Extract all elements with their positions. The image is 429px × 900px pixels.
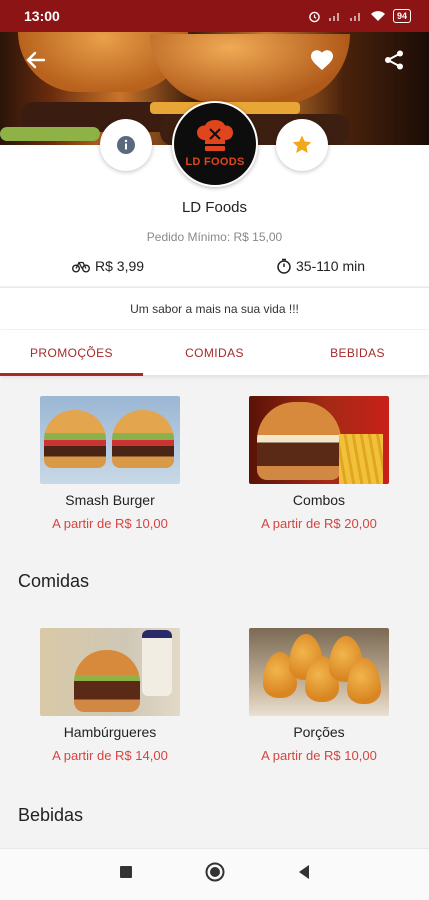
smash-burger-image	[40, 396, 180, 484]
back-nav-button[interactable]	[297, 864, 311, 885]
arrow-left-icon	[26, 51, 46, 69]
delivery-fee-value: R$ 3,99	[95, 258, 145, 274]
triangle-back-icon	[298, 865, 309, 879]
item-price: A partir de R$ 20,00	[261, 516, 377, 531]
item-name: Smash Burger	[65, 492, 155, 508]
bicycle-icon	[72, 261, 90, 273]
product-card-hamburgueres[interactable]: Hambúrgueres A partir de R$ 14,00	[20, 628, 200, 763]
item-name: Porções	[293, 724, 345, 740]
section-title-comidas: Comidas	[18, 571, 90, 591]
status-time: 13:00	[24, 8, 60, 24]
section-title-bebidas: Bebidas	[18, 805, 84, 825]
item-price: A partir de R$ 10,00	[261, 748, 377, 763]
square-icon	[119, 866, 132, 878]
tab-promocoes[interactable]: PROMOÇÕES	[0, 330, 143, 376]
store-name: LD Foods	[181, 199, 248, 216]
product-card-porcoes[interactable]: Porções A partir de R$ 10,00	[229, 628, 409, 763]
system-nav-bar	[0, 848, 429, 900]
signal-icon	[349, 13, 360, 21]
delivery-time-value: 35-110 min	[296, 258, 366, 274]
product-card-smash-burger[interactable]: Smash Burger A partir de R$ 10,00	[20, 396, 200, 531]
heart-icon	[311, 50, 333, 70]
product-card-combos[interactable]: Combos A partir de R$ 20,00	[229, 396, 409, 531]
tab-comidas[interactable]: COMIDAS	[143, 330, 286, 375]
rate-button[interactable]	[276, 119, 328, 171]
circle-icon	[205, 862, 224, 882]
share-icon	[385, 50, 403, 70]
logo-text: LD FOODS	[185, 156, 245, 168]
battery-indicator: 94	[392, 9, 411, 23]
share-button[interactable]	[380, 46, 408, 74]
delivery-fee: R$ 3,99	[72, 258, 144, 274]
item-name: Hambúrgueres	[63, 724, 157, 740]
min-order: Pedido Mínimo: R$ 15,00	[146, 230, 283, 244]
item-price: A partir de R$ 14,00	[52, 748, 168, 763]
info-icon	[117, 136, 135, 154]
stopwatch-icon	[277, 258, 291, 274]
combos-image	[249, 396, 389, 484]
back-button[interactable]	[22, 46, 50, 74]
favorite-button[interactable]	[308, 46, 336, 74]
wifi-icon	[370, 11, 385, 21]
status-icons: 94	[308, 9, 411, 23]
star-icon	[292, 135, 312, 153]
home-button[interactable]	[205, 862, 225, 887]
alarm-icon	[309, 11, 320, 22]
category-tabs: PROMOÇÕES COMIDAS BEBIDAS	[0, 330, 429, 376]
recents-button[interactable]	[119, 865, 133, 884]
hamburgueres-image	[40, 628, 180, 716]
store-logo: LD FOODS	[172, 101, 258, 187]
item-name: Combos	[292, 492, 346, 508]
info-button[interactable]	[100, 119, 152, 171]
store-slogan: Um sabor a mais na sua vida !!!	[0, 287, 429, 329]
chef-hat-icon	[197, 120, 233, 151]
store-meta: R$ 3,99 35-110 min	[0, 258, 429, 278]
porcoes-image	[249, 628, 389, 716]
tab-bebidas[interactable]: BEBIDAS	[286, 330, 429, 375]
status-bar: 13:00 94	[0, 0, 429, 32]
signal-icon	[328, 13, 339, 21]
item-price: A partir de R$ 10,00	[52, 516, 168, 531]
delivery-time: 35-110 min	[276, 258, 365, 274]
